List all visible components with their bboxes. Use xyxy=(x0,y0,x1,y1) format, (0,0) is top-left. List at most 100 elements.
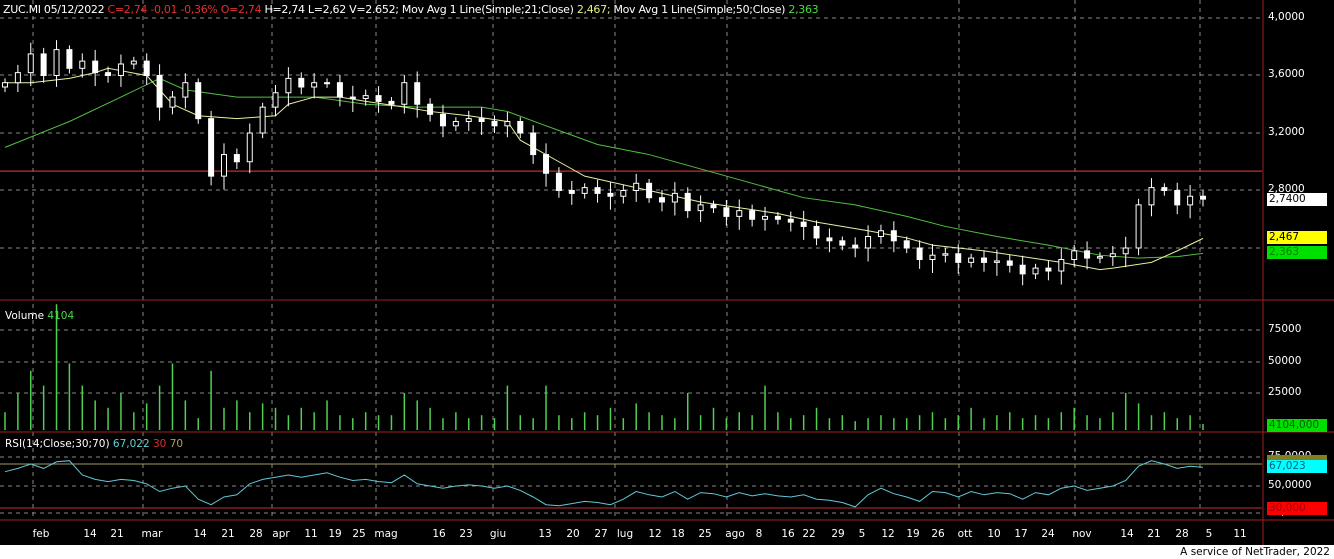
volume-tick: 50000 xyxy=(1268,355,1302,367)
candle-body xyxy=(877,230,884,237)
candle-body xyxy=(324,82,331,85)
ma21-badge: 2,467 xyxy=(1267,231,1327,244)
hlv: H=2,74 L=2,62 V=2.652; xyxy=(264,3,399,16)
x-tick-label: 20 xyxy=(566,528,580,540)
rsi-tick: 50,0000 xyxy=(1268,479,1312,491)
candle-body xyxy=(658,197,665,203)
chart-window: ZUC.MI 05/12/2022 C=2,74 -0,01 -0,36% O=… xyxy=(0,0,1334,545)
ma50-line xyxy=(4,77,1204,259)
chart-canvas[interactable] xyxy=(0,0,1334,545)
price-tick: 3,6000 xyxy=(1268,68,1305,80)
candle-body xyxy=(491,121,498,127)
x-tick-label: 11 xyxy=(1233,528,1247,540)
candle-body xyxy=(671,192,678,203)
x-tick-label: 10 xyxy=(987,528,1001,540)
candle-body xyxy=(543,154,550,174)
candle-body xyxy=(259,106,266,134)
candle-body xyxy=(92,60,99,74)
candle-body xyxy=(620,190,627,197)
candle-body xyxy=(1109,253,1116,258)
x-tick-label: 19 xyxy=(328,528,342,540)
x-tick-label: apr xyxy=(272,528,290,540)
candle-body xyxy=(1032,267,1039,275)
candle-body xyxy=(130,60,137,65)
candle-body xyxy=(336,82,343,98)
candle-body xyxy=(117,63,124,76)
x-tick-label: 13 xyxy=(538,528,552,540)
x-tick-label: 27 xyxy=(594,528,608,540)
candle-body xyxy=(208,118,215,177)
candle-body xyxy=(220,154,227,177)
candle-body xyxy=(594,187,601,194)
close-change: C=2,74 -0,01 -0,36% O=2,74 xyxy=(107,3,262,16)
candle-body xyxy=(1058,259,1065,272)
x-tick-label: 5 xyxy=(858,528,866,540)
rsi-badge: 67,023 xyxy=(1267,460,1327,473)
ma21-value: 2,467; xyxy=(576,3,611,16)
x-tick-label: 21 xyxy=(221,528,235,540)
ma21-line xyxy=(5,67,1204,271)
candle-body xyxy=(736,210,743,217)
x-tick-label: 12 xyxy=(881,528,895,540)
candle-body xyxy=(1019,264,1026,275)
candle-body xyxy=(1161,187,1168,191)
price-tick: 3,2000 xyxy=(1268,126,1305,138)
x-tick-label: 16 xyxy=(432,528,446,540)
candle-body xyxy=(865,236,872,249)
candle-body xyxy=(1187,195,1194,206)
volume-tick: 75000 xyxy=(1268,323,1302,335)
candle-body xyxy=(903,240,910,249)
x-tick-label: 11 xyxy=(304,528,318,540)
candle-body xyxy=(298,77,305,88)
candle-body xyxy=(710,204,717,209)
candle-body xyxy=(246,132,253,163)
candle-body xyxy=(1084,250,1091,259)
candle-body xyxy=(156,75,163,108)
candle-body xyxy=(349,96,356,99)
candle-body xyxy=(1122,247,1129,255)
ma50-badge: 2,363 xyxy=(1267,246,1327,259)
candle-body xyxy=(555,172,562,191)
candle-body xyxy=(388,100,395,105)
candle-body xyxy=(1096,256,1103,259)
rsi-title: RSI(14;Close;30;70) xyxy=(5,438,110,450)
candle-body xyxy=(1006,260,1013,266)
rsi-value: 67,022 xyxy=(112,438,150,450)
candle-body xyxy=(787,218,794,223)
x-tick-label: 17 xyxy=(1014,528,1028,540)
rsi-label: RSI(14;Close;30;70) 67,022 30 70 xyxy=(5,438,183,450)
rsi30-badge: 30,000 xyxy=(1267,502,1327,515)
candle-body xyxy=(195,82,202,120)
x-tick-label: mag xyxy=(374,528,398,540)
candle-body xyxy=(633,182,640,191)
ma50-value: 2,363 xyxy=(788,3,819,16)
x-tick-label: 12 xyxy=(648,528,662,540)
volume-title: Volume xyxy=(5,310,45,322)
x-tick-label: 14 xyxy=(83,528,97,540)
volume-value: 4104 xyxy=(47,310,75,322)
volume-label: Volume 4104 xyxy=(5,310,74,322)
candle-body xyxy=(646,182,653,199)
candle-body xyxy=(530,132,537,156)
x-tick-label: 14 xyxy=(193,528,207,540)
candle-body xyxy=(311,82,318,88)
x-tick-label: 19 xyxy=(906,528,920,540)
candle-body xyxy=(749,210,756,220)
rsi-line xyxy=(4,460,1204,508)
x-tick-label: lug xyxy=(616,528,634,540)
candle-body xyxy=(182,82,189,98)
x-tick-label: 29 xyxy=(831,528,845,540)
symbol-date: ZUC.MI 05/12/2022 xyxy=(3,3,105,16)
x-tick-label: ott xyxy=(957,528,973,540)
x-tick-label: 22 xyxy=(802,528,816,540)
x-tick-label: 18 xyxy=(671,528,685,540)
candle-body xyxy=(439,113,446,127)
candle-body xyxy=(1071,250,1078,260)
x-tick-label: mar xyxy=(141,528,163,540)
candle-body xyxy=(762,215,769,220)
candle-body xyxy=(362,95,369,99)
candle-body xyxy=(1200,195,1206,200)
ma50-label: Mov Avg 1 Line(Simple;50;Close) xyxy=(613,3,786,16)
price-tick: 4,0000 xyxy=(1268,11,1305,23)
candle-body xyxy=(813,225,820,239)
